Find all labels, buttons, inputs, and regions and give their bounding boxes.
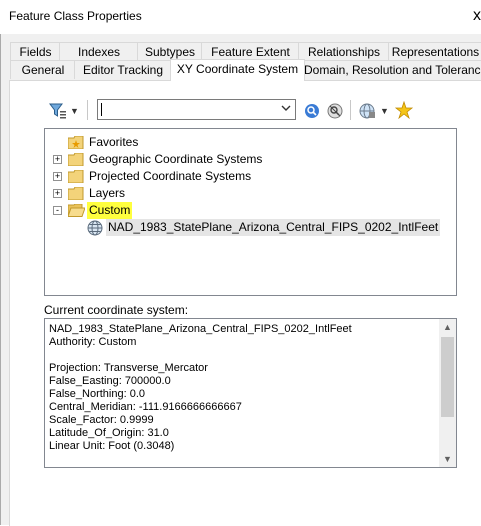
coordinate-system-tree[interactable]: Favorites + Geographic Coordinate System… xyxy=(44,128,457,296)
detail-line: Scale_Factor: 0.9999 xyxy=(49,414,154,426)
new-star-icon[interactable] xyxy=(394,100,414,122)
current-coordinate-system-label: Current coordinate system: xyxy=(44,303,189,317)
tree-item-geographic[interactable]: + Geographic Coordinate Systems xyxy=(45,151,455,168)
toolbar-separator xyxy=(350,100,351,120)
window-border xyxy=(0,34,1,525)
tab-indexes[interactable]: Indexes xyxy=(59,42,138,61)
toolbar-separator xyxy=(87,100,88,120)
close-icon[interactable]: x xyxy=(461,4,481,28)
tab-domain-resolution-tolerance[interactable]: Domain, Resolution and Tolerance xyxy=(303,60,481,79)
dropdown-arrow-icon[interactable]: ▼ xyxy=(70,106,79,116)
open-folder-icon xyxy=(67,203,86,217)
tab-relationships[interactable]: Relationships xyxy=(298,42,389,61)
detail-line: Authority: Custom xyxy=(49,336,137,348)
tree-item-label: NAD_1983_StatePlane_Arizona_Central_FIPS… xyxy=(106,219,441,236)
favorites-folder-icon xyxy=(67,135,84,150)
search-input[interactable] xyxy=(97,99,296,120)
expand-icon[interactable]: + xyxy=(53,172,62,181)
tree-item-label: Favorites xyxy=(89,135,139,149)
filter-icon[interactable] xyxy=(49,103,67,122)
scroll-up-icon[interactable]: ▲ xyxy=(439,319,456,335)
tree-item-favorites[interactable]: Favorites xyxy=(45,134,455,151)
tree-item-nad1983-arizona-central[interactable]: NAD_1983_StatePlane_Arizona_Central_FIPS… xyxy=(45,219,455,236)
chevron-down-icon[interactable] xyxy=(281,103,291,116)
globe-icon xyxy=(87,220,103,236)
scrollbar-thumb[interactable] xyxy=(441,337,454,417)
detail-line: False_Easting: 700000.0 xyxy=(49,375,171,387)
detail-line: Linear Unit: Foot (0.3048) xyxy=(49,440,175,452)
tree-item-label: Projected Coordinate Systems xyxy=(89,169,252,183)
details-scrollbar[interactable]: ▲ ▼ xyxy=(439,319,456,467)
current-coordinate-system-details[interactable]: NAD_1983_StatePlane_Arizona_Central_FIPS… xyxy=(44,318,457,468)
tree-item-label: Custom xyxy=(87,202,133,219)
collapse-icon[interactable]: - xyxy=(53,206,62,215)
tab-fields[interactable]: Fields xyxy=(10,42,60,61)
globe-icon[interactable] xyxy=(359,103,376,122)
tab-representations[interactable]: Representations xyxy=(388,42,481,61)
tab-xy-coordinate-system[interactable]: XY Coordinate System xyxy=(170,59,305,81)
folder-icon xyxy=(67,186,84,201)
tree-item-custom[interactable]: - Custom xyxy=(45,202,455,219)
detail-line: False_Northing: 0.0 xyxy=(49,388,145,400)
clear-search-icon[interactable] xyxy=(327,103,343,122)
tree-item-layers[interactable]: + Layers xyxy=(45,185,455,202)
scroll-down-icon[interactable]: ▼ xyxy=(439,451,456,467)
expand-icon[interactable]: + xyxy=(53,155,62,164)
folder-icon xyxy=(67,152,84,167)
window-title: Feature Class Properties xyxy=(9,9,142,23)
tab-general[interactable]: General xyxy=(10,60,75,79)
tree-item-projected[interactable]: + Projected Coordinate Systems xyxy=(45,168,455,185)
detail-line: Latitude_Of_Origin: 31.0 xyxy=(49,427,169,439)
dropdown-arrow-icon[interactable]: ▼ xyxy=(380,106,389,116)
tree-item-label: Geographic Coordinate Systems xyxy=(89,152,263,166)
title-bar: Feature Class Properties x xyxy=(0,0,481,34)
detail-line: NAD_1983_StatePlane_Arizona_Central_FIPS… xyxy=(49,323,352,335)
folder-icon xyxy=(67,169,84,184)
text-caret xyxy=(101,103,102,116)
detail-line: Central_Meridian: -111.9166666666667 xyxy=(49,401,242,413)
tab-editor-tracking[interactable]: Editor Tracking xyxy=(74,60,171,79)
tree-item-label: Layers xyxy=(89,186,126,200)
expand-icon[interactable]: + xyxy=(53,189,62,198)
search-icon[interactable] xyxy=(304,103,320,122)
detail-line: Projection: Transverse_Mercator xyxy=(49,362,208,374)
